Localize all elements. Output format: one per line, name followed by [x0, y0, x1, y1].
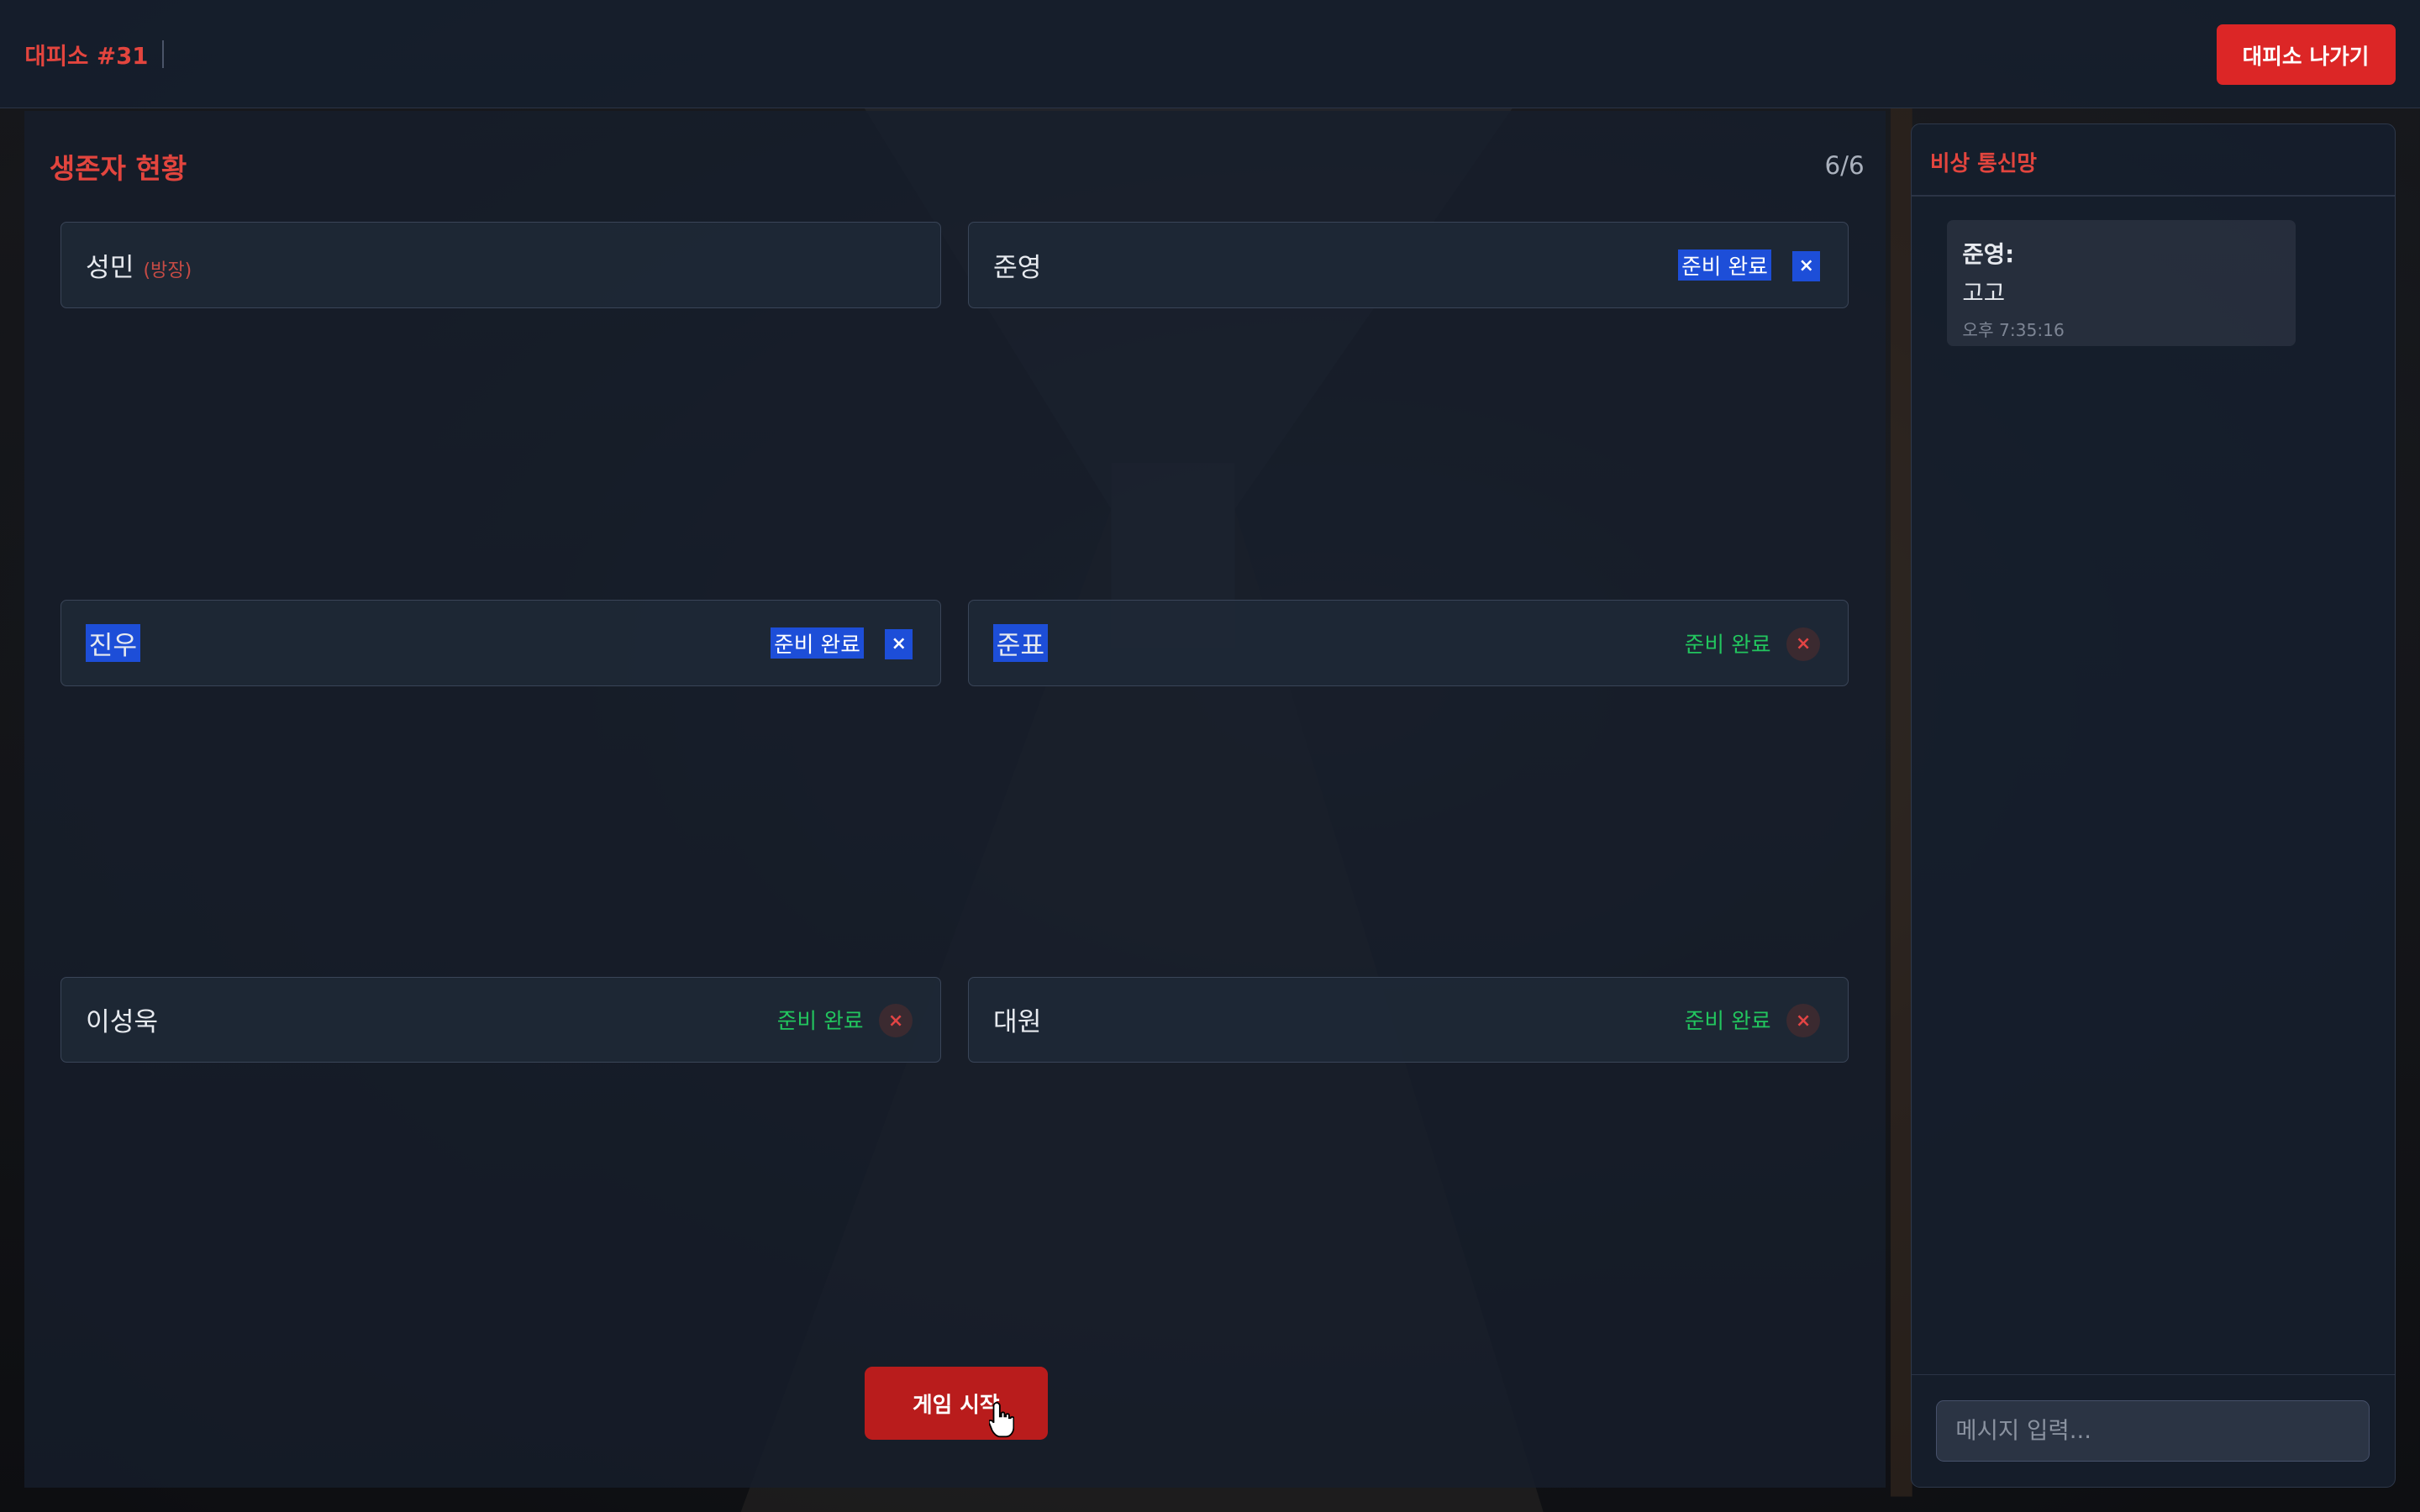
- player-name: 준표: [992, 624, 1048, 662]
- chat-panel: 비상 통신망 준영: 고고 오후 7:35:16: [1910, 123, 2396, 1488]
- message-sender: 준영:: [1962, 241, 2015, 269]
- message-time: 오후 7:35:16: [1962, 319, 2065, 340]
- start-game-button[interactable]: 게임 시작: [864, 1367, 1049, 1440]
- player-name-wrap: 성민 (방장): [86, 246, 192, 284]
- host-badge: (방장): [143, 260, 192, 282]
- kick-player-button[interactable]: ×: [1792, 250, 1821, 282]
- chat-message-input[interactable]: [1936, 1399, 2370, 1462]
- top-bar: 대피소 #31 대피소 나가기: [0, 0, 2420, 108]
- ready-status: 준비 완료: [1678, 249, 1771, 281]
- player-card-5: 이성욱 준비 완료 ×: [60, 976, 942, 1063]
- player-card-6: 대원 준비 완료 ×: [967, 976, 1849, 1063]
- player-count: 6/6: [1824, 150, 1865, 180]
- player-name: 이성욱: [85, 1007, 159, 1038]
- chat-input-divider: [1911, 1373, 2395, 1376]
- ready-status: 준비 완료: [1684, 1008, 1771, 1034]
- message-text: 고고: [1962, 279, 2006, 307]
- kick-player-button[interactable]: ×: [885, 628, 913, 660]
- room-title: 대피소 #31: [24, 43, 149, 71]
- player-name: 준영: [992, 253, 1042, 284]
- ready-status: 준비 완료: [776, 1008, 864, 1034]
- player-card-2: 준영 준비 완료 ×: [967, 222, 1849, 309]
- kick-player-button[interactable]: ×: [1786, 627, 1821, 662]
- chat-title: 비상 통신망: [1929, 150, 2038, 176]
- player-card-1: 성민 (방장): [60, 222, 942, 309]
- player-name: 진우: [85, 624, 140, 662]
- kick-player-button[interactable]: ×: [1786, 1003, 1821, 1038]
- kick-player-button[interactable]: ×: [878, 1003, 913, 1038]
- panel-title: 생존자 현황: [49, 152, 187, 186]
- chat-message: 준영: 고고 오후 7:35:16: [1947, 219, 2296, 347]
- hand-cursor-icon: [989, 1401, 1014, 1437]
- player-card-3: 진우 준비 완료 ×: [60, 600, 942, 687]
- title-divider: [161, 39, 164, 68]
- survivor-panel: 생존자 현황 6/6 성민 (방장) 준영 준비 완료 × 진우 준비 완료 × …: [24, 111, 1886, 1488]
- ready-status: 준비 완료: [1684, 632, 1771, 658]
- player-name: 대원: [992, 1007, 1042, 1038]
- leave-shelter-button[interactable]: 대피소 나가기: [2216, 24, 2396, 85]
- player-card-4: 준표 준비 완료 ×: [967, 600, 1849, 687]
- ready-status: 준비 완료: [771, 627, 864, 659]
- player-name: 성민: [85, 253, 134, 284]
- chat-divider: [1911, 195, 2395, 197]
